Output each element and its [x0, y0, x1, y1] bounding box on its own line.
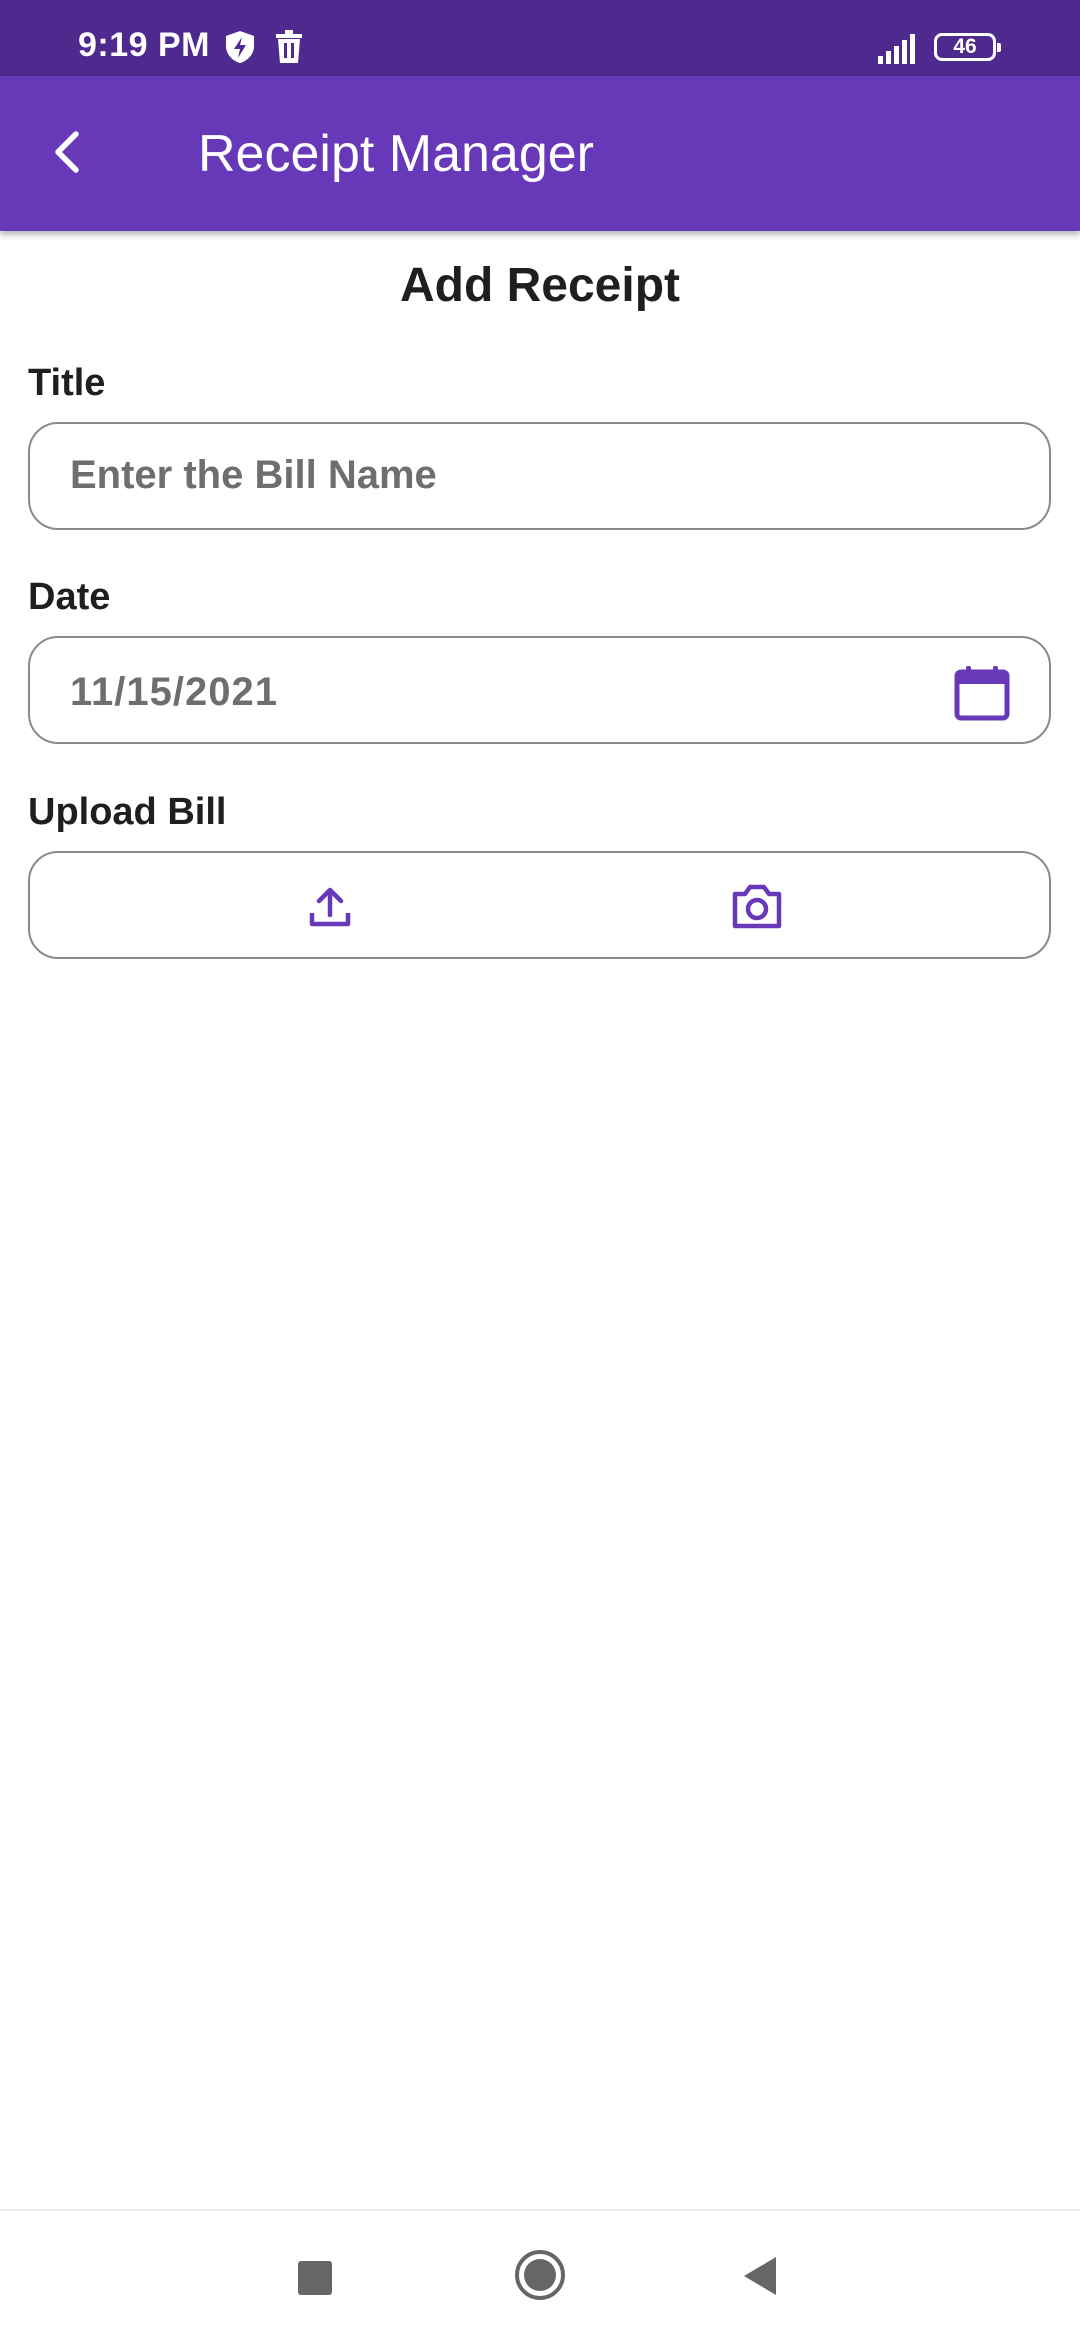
- trash-icon: [276, 30, 302, 63]
- status-time: 9:19 PM: [78, 26, 210, 64]
- home-icon[interactable]: [514, 2249, 566, 2301]
- upload-bill-label: Upload Bill: [28, 791, 227, 833]
- navigation-bar: [0, 2211, 1080, 2340]
- date-field[interactable]: 11/15/2021: [28, 636, 1051, 744]
- back-icon[interactable]: [742, 2255, 778, 2297]
- title-field[interactable]: [28, 422, 1051, 530]
- app-title: Receipt Manager: [198, 125, 594, 183]
- bill-name-input[interactable]: [70, 424, 950, 527]
- battery-level: 46: [953, 35, 977, 58]
- calendar-icon[interactable]: [953, 664, 1011, 722]
- camera-icon[interactable]: [730, 881, 784, 931]
- title-label: Title: [28, 362, 106, 404]
- signal-icon: [878, 34, 915, 64]
- upload-icon[interactable]: [306, 883, 354, 931]
- battery-icon: 46: [934, 33, 1001, 61]
- app-bar: Receipt Manager: [0, 76, 1080, 231]
- date-value: 11/15/2021: [70, 670, 278, 714]
- chevron-left-icon[interactable]: [36, 120, 100, 184]
- upload-bill-field: [28, 851, 1051, 959]
- page-title: Add Receipt: [399, 259, 681, 312]
- status-bar: 9:19 PM 46: [0, 0, 1080, 76]
- recents-icon[interactable]: [298, 2261, 332, 2295]
- date-label: Date: [28, 576, 111, 618]
- shield-icon: [226, 31, 254, 63]
